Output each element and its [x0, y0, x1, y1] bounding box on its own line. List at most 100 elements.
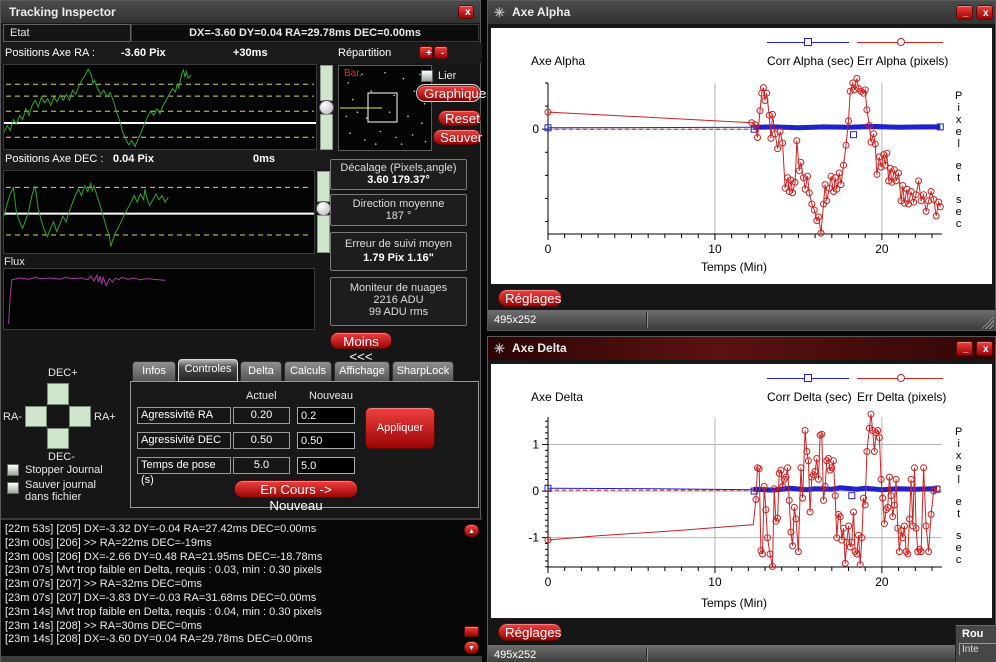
repartition-minus-button[interactable]: - [434, 46, 448, 59]
graphiques-button[interactable]: Graphiques [417, 85, 480, 101]
status-message: DX=-3.60 DY=0.04 RA=29.78ms DEC=0.00ms [131, 24, 479, 42]
tab-affichage[interactable]: Affichage [334, 361, 390, 381]
appliquer-button[interactable]: Appliquer [365, 407, 435, 449]
reset-button[interactable]: Reset [438, 110, 481, 126]
svg-text:0: 0 [532, 122, 539, 136]
pad-dec-minus-label: DEC- [48, 451, 75, 463]
close-icon[interactable]: x [458, 5, 474, 19]
svg-text:0: 0 [532, 484, 539, 498]
pad-ra-minus-button[interactable] [25, 406, 47, 427]
ra-slider-track-bottom[interactable] [320, 114, 333, 150]
dec-slider-track-top[interactable] [317, 171, 330, 202]
pad-ra-plus-label: RA+ [94, 411, 116, 423]
repartition-plus-button[interactable]: + [419, 46, 433, 59]
window-title: Axe Alpha [512, 1, 570, 24]
tab-controles[interactable]: Controles [178, 359, 238, 382]
axe-alpha-chart-frame: 010200 Axe Alpha Corr Alpha (sec) Err Al… [490, 27, 993, 285]
ra-trace-svg [4, 65, 316, 149]
lier-checkbox[interactable] [421, 70, 433, 82]
row-label: Temps de pose (s) [137, 457, 231, 474]
dec-slider-track-bottom[interactable] [317, 215, 330, 253]
legend-marker-corr [804, 38, 812, 46]
axe-delta-statusbar: 495x252 [488, 645, 995, 662]
scroll-up-icon[interactable]: ▲ [464, 524, 479, 537]
svg-text:0: 0 [545, 242, 552, 256]
svg-text:1: 1 [532, 437, 539, 451]
tab-infos[interactable]: Infos [132, 361, 176, 381]
desktop: Tracking Inspector x Etat DX=-3.60 DY=0.… [0, 0, 996, 662]
close-icon[interactable]: x [976, 341, 993, 356]
row-actuel-value: 0.20 [233, 407, 290, 424]
chart-title: Axe Alpha [531, 54, 585, 68]
svg-text:-1: -1 [528, 531, 539, 545]
moins-button[interactable]: Moins <<< [330, 332, 392, 349]
axe-alpha-statusbar: 495x252 [488, 310, 995, 330]
decalage-box: Décalage (Pixels,angle) 3.60 179.37° [330, 159, 467, 190]
sauver-journal-checkbox[interactable] [7, 482, 19, 494]
svg-text:20: 20 [875, 575, 889, 589]
pad-dec-plus-label: DEC+ [48, 367, 78, 379]
partial-window-title: Rou [956, 626, 996, 640]
col-nouveau: Nouveau [309, 390, 353, 402]
reglages-button[interactable]: Réglages [498, 623, 562, 641]
tracking-inspector-titlebar[interactable]: Tracking Inspector x [1, 1, 480, 23]
scroll-down-icon[interactable]: ▼ [464, 641, 479, 654]
stopper-journal-checkbox[interactable] [7, 464, 19, 476]
repartition-label: Répartition [338, 43, 391, 63]
log-line: [23m 14s] Mvt trop faible en Delta, requ… [5, 606, 462, 620]
agressivite-ra-input[interactable] [297, 407, 355, 424]
ra-slider-knob[interactable] [319, 100, 334, 115]
legend-label-err: Err Alpha (pixels) [857, 54, 948, 68]
sauver-button[interactable]: Sauver [433, 129, 481, 145]
tab-sharplock[interactable]: SharpLock [392, 361, 454, 381]
window-title: Axe Delta [512, 337, 567, 360]
minimize-icon[interactable]: _ [956, 341, 973, 356]
temps-pose-input[interactable] [297, 457, 355, 474]
agressivite-dec-input[interactable] [297, 432, 355, 449]
log-line: [23m 00s] [206] >> RA=22ms DEC=-19ms [5, 537, 462, 551]
row-actuel-value: 5.0 [233, 457, 290, 474]
erreur-value: 1.79 Pix 1.16" [331, 252, 466, 264]
log-line: [22m 53s] [205] DX=-3.32 DY=-0.04 RA=27.… [5, 523, 462, 537]
chart-title: Axe Delta [531, 390, 583, 404]
dec-scope-chart [3, 170, 315, 254]
svg-text:20: 20 [875, 242, 889, 256]
log-line: [23m 07s] Mvt trop faible en Delta, requ… [5, 564, 462, 578]
resolution-status: 495x252 [494, 645, 536, 662]
axe-alpha-window: ✳ Axe Alpha _ x 010200 Axe Alpha Corr Al… [487, 0, 996, 331]
pad-ra-plus-button[interactable] [69, 406, 91, 427]
axe-delta-window: ✳ Axe Delta _ x 01020-101 Axe Delta Corr… [487, 336, 996, 662]
window-title: Tracking Inspector [9, 1, 116, 23]
resize-grip[interactable] [981, 316, 994, 329]
moniteur-line1: 2216 ADU [331, 294, 466, 306]
tab-etat[interactable]: Etat [3, 24, 131, 42]
ra-value: -3.60 Pix [121, 43, 166, 63]
tab-calculs[interactable]: Calculs [284, 361, 332, 381]
axe-delta-titlebar[interactable]: ✳ Axe Delta _ x [488, 337, 995, 360]
window-bottom-edge [1, 656, 482, 662]
controls-tab-panel: Actuel Nouveau Agressivité RA 0.20 Agres… [130, 381, 479, 508]
en-cours-nouveau-button[interactable]: En Cours -> Nouveau [234, 480, 358, 498]
row-actuel-value: 0.50 [233, 432, 290, 449]
axe-alpha-titlebar[interactable]: ✳ Axe Alpha _ x [488, 1, 995, 24]
legend-label-err: Err Delta (pixels) [857, 390, 946, 404]
dec-header-row: Positions Axe DEC : 0.04 Pix 0ms [1, 150, 331, 169]
status-divider [646, 312, 648, 328]
ra-slider-track-top[interactable] [320, 65, 333, 101]
tab-delta[interactable]: Delta [240, 361, 282, 381]
flux-label: Flux [4, 256, 25, 268]
gear-icon: ✳ [494, 337, 505, 360]
axe-delta-chart-frame: 01020-101 Axe Delta Corr Delta (sec) Err… [490, 363, 993, 619]
lier-label: Lier [438, 70, 456, 82]
pad-dec-plus-button[interactable] [47, 383, 69, 405]
log-line: [23m 07s] [207] >> RA=32ms DEC=0ms [5, 578, 462, 592]
erreur-title: Erreur de suivi moyen [331, 238, 466, 250]
reglages-button[interactable]: Réglages [498, 289, 562, 307]
minimize-icon[interactable]: _ [956, 5, 973, 20]
legend-marker-corr [804, 374, 812, 382]
close-icon[interactable]: x [976, 5, 993, 20]
x-axis-label: Temps (Min) [701, 260, 767, 274]
scrollbar-thumb[interactable] [464, 626, 479, 637]
dec-slider-knob[interactable] [316, 201, 331, 216]
pad-dec-minus-button[interactable] [47, 428, 69, 449]
